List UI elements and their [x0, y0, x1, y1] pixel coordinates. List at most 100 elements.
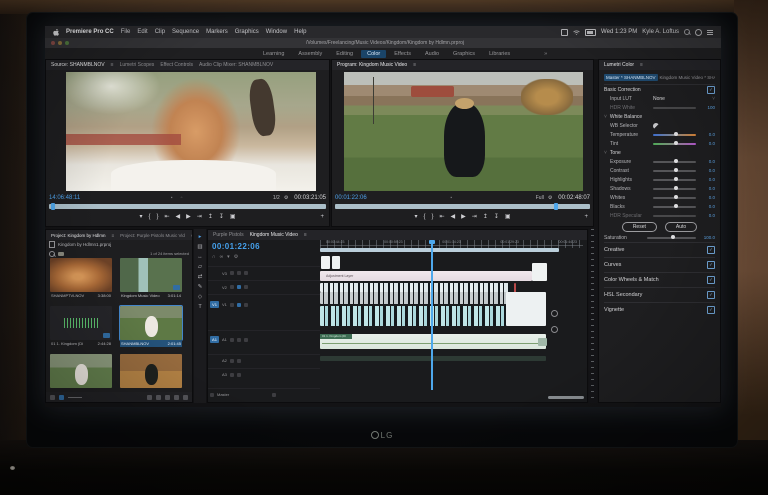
program-mark-in-icon[interactable]: { [423, 214, 425, 220]
timeline-scroll-knob-lower[interactable] [551, 326, 558, 333]
workspace-overflow-icon[interactable]: » [544, 51, 547, 57]
vignette-checkbox[interactable]: ✓ [707, 306, 715, 314]
section-curves[interactable]: Curves ✓ [604, 257, 715, 272]
input-lut-dropdown-icon[interactable]: ˅ [712, 96, 715, 102]
v3-target-icon[interactable] [236, 271, 241, 275]
new-item-icon[interactable] [174, 394, 179, 400]
menu-file[interactable]: File [121, 29, 131, 35]
saturation-slider[interactable] [647, 235, 696, 239]
project-item-thumbnail[interactable] [120, 354, 182, 388]
a2-solo-icon[interactable] [236, 358, 241, 363]
track-header-a3[interactable]: A3 [208, 368, 320, 380]
v2-target-icon[interactable] [236, 285, 241, 289]
tone-collapse-icon[interactable]: ˅ [604, 150, 607, 156]
basic-correction-header[interactable]: Basic Correction ✓ [604, 84, 715, 94]
master-lock-icon[interactable] [210, 392, 214, 397]
tint-value[interactable]: 0.0 [699, 141, 715, 146]
v1-target-icon[interactable] [236, 302, 241, 307]
timeline-horizontal-scrollbar[interactable] [548, 396, 584, 399]
tab-lumetri-color[interactable]: Lumetri Color [604, 62, 634, 68]
v2-eye-icon[interactable] [243, 285, 248, 289]
white-balance-collapse-icon[interactable]: ˅ [604, 114, 607, 120]
mark-out-icon[interactable]: } [156, 214, 158, 220]
icon-view-icon[interactable] [59, 394, 64, 400]
temperature-slider[interactable] [653, 132, 696, 136]
a1-solo-icon[interactable] [236, 337, 241, 342]
track-header-a2[interactable]: A2 [208, 354, 320, 366]
workspace-assembly[interactable]: Assembly [292, 50, 328, 58]
source-video-frame[interactable] [66, 72, 316, 191]
source-scrub-bar[interactable] [49, 203, 326, 210]
source-zoom-select[interactable]: 1/2 [273, 195, 280, 201]
a3-mute-icon[interactable] [229, 372, 234, 377]
lumetri-panel-menu-icon[interactable]: ≡ [640, 62, 643, 68]
program-lift-icon[interactable]: ↥ [483, 213, 488, 220]
type-tool[interactable]: T [198, 304, 201, 310]
siri-icon[interactable] [695, 28, 702, 36]
menu-clip[interactable]: Clip [155, 29, 165, 35]
exposure-slider[interactable] [653, 159, 696, 163]
reset-button[interactable]: Reset [621, 221, 657, 232]
menubar-clock[interactable]: Wed 1:23 PM [601, 29, 637, 35]
program-current-timecode[interactable]: 00:01:22:06 [335, 195, 367, 201]
v2-clip-fragments[interactable] [320, 292, 510, 304]
project-item-caption[interactable]: 01 1. Kingdom (Di 2:44:28 [50, 340, 112, 347]
display-icon[interactable] [561, 28, 569, 36]
project-item-thumbnail-audio[interactable] [50, 306, 112, 340]
program-video-frame[interactable] [344, 72, 583, 191]
clear-icon[interactable] [183, 394, 188, 400]
program-go-to-in-icon[interactable]: ⇤ [440, 213, 445, 220]
whites-slider[interactable] [653, 195, 696, 199]
timeline-playhead-timecode[interactable]: 00:01:22:06 [212, 242, 260, 251]
timeline-work-area-bar[interactable] [320, 248, 559, 252]
blacks-value[interactable]: 0.0 [699, 204, 715, 209]
section-creative[interactable]: Creative ✓ [604, 242, 715, 257]
automate-to-sequence-icon[interactable] [147, 394, 152, 400]
pen-tool[interactable]: ✎ [198, 284, 203, 290]
curves-checkbox[interactable]: ✓ [707, 261, 715, 269]
large-clip-right[interactable] [506, 292, 546, 326]
hand-tool[interactable]: ◇ [198, 294, 202, 300]
tab-effect-controls[interactable]: Effect Controls [160, 62, 193, 68]
clip-v3-b[interactable] [332, 256, 340, 269]
playhead-line[interactable] [431, 240, 433, 390]
project-item-thumbnail[interactable] [50, 354, 112, 388]
auto-button[interactable]: Auto [664, 221, 698, 232]
project-item-caption[interactable]: SHANMPTVLNOV 3:38:00 [50, 292, 112, 299]
source-playhead-caret[interactable] [51, 203, 55, 210]
menu-graphics[interactable]: Graphics [235, 29, 259, 35]
menu-help[interactable]: Help [294, 29, 306, 35]
a1-mute-icon[interactable] [229, 337, 234, 342]
v1-eye-icon[interactable] [243, 302, 248, 307]
menubar-user[interactable]: Kyle A. Loftus [642, 29, 679, 35]
linked-selection-icon[interactable]: ∞ [220, 254, 224, 260]
workspace-audio[interactable]: Audio [419, 50, 445, 58]
project-item-caption[interactable]: Kingdom Music Video 3:01:14 [120, 292, 182, 299]
program-button-editor-icon[interactable]: + [584, 214, 588, 220]
a1-source-patch[interactable]: A1 [210, 336, 219, 343]
program-export-frame-icon[interactable]: ▣ [505, 213, 511, 220]
project-panel-menu-icon[interactable]: ≡ [112, 233, 115, 238]
track-header-master[interactable]: Master [208, 388, 320, 400]
insert-icon[interactable]: ↥ [208, 213, 213, 220]
a2-source-patch[interactable] [210, 357, 219, 364]
tab-project-purple-pistols[interactable]: Project: Purple Pistols Music Vid [120, 233, 185, 238]
v1-clip-fragments[interactable] [320, 306, 510, 326]
contrast-value[interactable]: 0.0 [699, 168, 715, 173]
source-button-editor-icon[interactable]: + [320, 214, 324, 220]
slip-tool[interactable]: ⇄ [198, 274, 203, 280]
color-wheels-checkbox[interactable]: ✓ [707, 276, 715, 284]
source-current-timecode[interactable]: 14:06:48:11 [49, 195, 80, 201]
creative-checkbox[interactable]: ✓ [707, 246, 715, 254]
v3-eye-icon[interactable] [243, 271, 248, 275]
tab-audio-clip-mixer[interactable]: Audio Clip Mixer: SHANMBLNOV [199, 62, 273, 68]
input-lut-value[interactable]: None [653, 96, 665, 102]
program-panel-menu-icon[interactable]: ≡ [413, 62, 416, 68]
basic-correction-checkbox[interactable]: ✓ [707, 85, 715, 94]
ripple-edit-tool[interactable]: ↔ [197, 254, 203, 260]
saturation-value[interactable]: 100.0 [699, 235, 715, 240]
program-scrub-bar[interactable] [335, 203, 590, 210]
audio-clip-end-tag[interactable] [538, 338, 547, 346]
v3-lock-icon[interactable] [229, 271, 234, 275]
section-hsl-secondary[interactable]: HSL Secondary ✓ [604, 287, 715, 302]
